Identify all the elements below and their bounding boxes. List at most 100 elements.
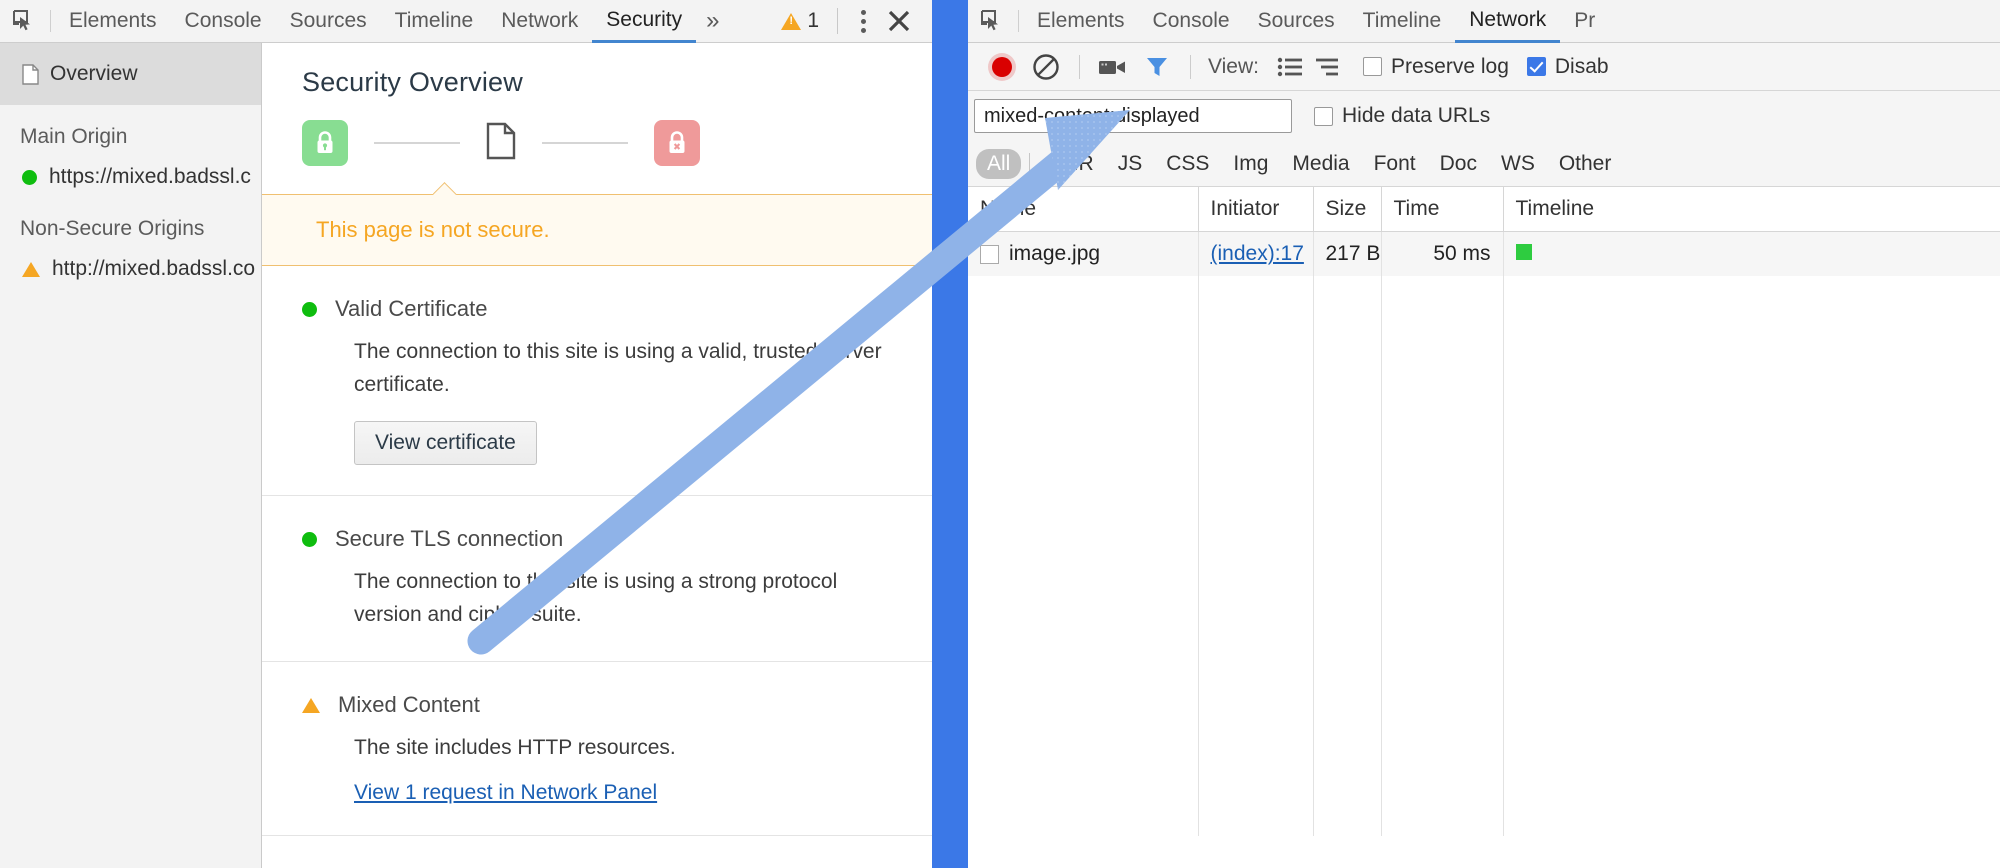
security-sidebar: Overview Main Origin https://mixed.badss… (0, 43, 262, 868)
sidebar-item-non-secure-origin[interactable]: http://mixed.badssl.co (0, 249, 261, 289)
status-warning-triangle-icon (22, 261, 40, 277)
toolbar-right-actions: 1 (773, 2, 932, 40)
camera-icon[interactable] (1093, 47, 1133, 87)
close-icon[interactable] (880, 2, 918, 40)
column-header-size[interactable]: Size (1313, 187, 1382, 232)
section-description: The connection to this site is using a s… (354, 570, 838, 626)
tab-elements[interactable]: Elements (1023, 0, 1139, 43)
funnel-icon[interactable] (1137, 47, 1177, 87)
kebab-menu-icon[interactable] (848, 6, 878, 36)
tree-view-icon[interactable] (1311, 51, 1345, 83)
document-icon (22, 63, 39, 85)
status-dot-green-icon (302, 531, 317, 547)
type-filter-xhr[interactable]: XHR (1038, 149, 1104, 179)
sidebar-overview-label: Overview (50, 62, 138, 85)
warning-counter[interactable]: 1 (773, 9, 827, 33)
section-title: Valid Certificate (335, 296, 488, 321)
warning-count-label: 1 (807, 9, 819, 32)
table-row[interactable]: image.jpg (index):17 217 B 50 ms (968, 231, 2000, 276)
banner-pointer-icon (433, 182, 457, 195)
toolbar-divider (1018, 10, 1019, 32)
section-header: Mixed Content (302, 692, 892, 718)
lock-broken-red-icon (654, 120, 700, 166)
request-name-label: image.jpg (1009, 242, 1101, 265)
main-origin-label: https://mixed.badssl.c (49, 165, 251, 188)
checkbox-box (1314, 106, 1333, 126)
cell-timeline (1503, 231, 2000, 276)
column-header-time[interactable]: Time (1381, 187, 1504, 232)
security-section-mixed-content: Mixed Content The site includes HTTP res… (262, 662, 932, 836)
preserve-log-checkbox[interactable]: Preserve log (1362, 55, 1509, 79)
insecure-banner: This page is not secure. (262, 194, 932, 266)
disable-cache-label: Disab (1554, 54, 1609, 78)
network-table-empty-area (968, 276, 2000, 836)
type-filter-img[interactable]: Img (1222, 149, 1279, 179)
initiator-link[interactable]: (index):17 (1211, 242, 1304, 265)
filter-input[interactable] (974, 99, 1292, 133)
window-edge-strip (932, 0, 968, 868)
checkbox-box (1526, 57, 1546, 76)
type-filter-css[interactable]: CSS (1155, 149, 1220, 179)
security-section-valid-certificate: Valid Certificate The connection to this… (262, 266, 932, 497)
connector-line-2 (542, 142, 628, 144)
file-type-icon (980, 244, 999, 264)
cell-initiator: (index):17 (1198, 231, 1314, 276)
tab-sources[interactable]: Sources (276, 0, 381, 43)
sidebar-item-overview[interactable]: Overview (0, 43, 261, 105)
type-filter-media[interactable]: Media (1281, 149, 1360, 179)
inspect-cursor-icon[interactable] (968, 0, 1014, 42)
tab-network[interactable]: Network (1455, 0, 1561, 43)
security-panel-toolbar: Elements Console Sources Timeline Networ… (0, 0, 932, 43)
list-view-icon[interactable] (1273, 51, 1307, 83)
section-title: Secure TLS connection (335, 526, 564, 552)
hide-data-urls-label: Hide data URLs (1342, 104, 1491, 127)
disable-cache-checkbox[interactable]: Disab (1526, 54, 1609, 79)
tab-console[interactable]: Console (1139, 0, 1244, 43)
tab-timeline[interactable]: Timeline (381, 0, 488, 43)
type-filter-js[interactable]: JS (1107, 149, 1154, 179)
toolbar-divider (50, 10, 51, 32)
type-filter-doc[interactable]: Doc (1429, 149, 1488, 179)
view-requests-in-network-panel-link[interactable]: View 1 request in Network Panel (354, 781, 657, 805)
security-panel-tabs: Elements Console Sources Timeline Networ… (55, 0, 729, 43)
tab-sources[interactable]: Sources (1244, 0, 1349, 43)
lock-green-icon (302, 120, 348, 166)
banner-text: This page is not secure. (316, 217, 550, 242)
security-section-secure-tls: Secure TLS connection The connection to … (262, 496, 932, 663)
inspect-cursor-icon[interactable] (0, 0, 46, 42)
page-title: Security Overview (302, 67, 523, 97)
tab-elements[interactable]: Elements (55, 0, 171, 43)
section-header: Secure TLS connection (302, 526, 892, 552)
sidebar-item-main-origin[interactable]: https://mixed.badssl.c (0, 157, 261, 197)
security-panel-body: Overview Main Origin https://mixed.badss… (0, 43, 932, 868)
status-dot-green-icon (302, 301, 317, 317)
more-tabs-button[interactable]: » (696, 0, 729, 43)
cell-name: image.jpg (968, 231, 1199, 276)
connector-line-1 (374, 142, 460, 144)
hide-data-urls-checkbox[interactable]: Hide data URLs (1314, 104, 1490, 128)
view-certificate-button[interactable]: View certificate (354, 421, 537, 466)
tab-console[interactable]: Console (171, 0, 276, 43)
column-header-name[interactable]: Name (968, 187, 1199, 232)
cell-time: 50 ms (1381, 231, 1504, 276)
type-filter-ws[interactable]: WS (1490, 149, 1546, 179)
tab-timeline[interactable]: Timeline (1349, 0, 1456, 43)
column-header-timeline[interactable]: Timeline (1503, 187, 2000, 232)
type-filter-all[interactable]: All (976, 148, 1022, 179)
column-header-initiator[interactable]: Initiator (1198, 187, 1314, 232)
type-filter-font[interactable]: Font (1363, 149, 1427, 179)
sidebar-group-main-origin: Main Origin (20, 125, 128, 148)
clear-no-entry-icon[interactable] (1026, 47, 1066, 87)
type-filter-divider (1029, 152, 1031, 175)
checkbox-box (1362, 57, 1382, 76)
section-header: Valid Certificate (302, 296, 892, 322)
network-panel-toolbar: Elements Console Sources Timeline Networ… (968, 0, 2000, 43)
tab-profiles[interactable]: Pr (1560, 0, 1609, 43)
tab-network[interactable]: Network (487, 0, 592, 43)
timeline-bar (1515, 244, 1532, 260)
tab-security[interactable]: Security (592, 0, 697, 43)
type-filter-other[interactable]: Other (1548, 149, 1623, 179)
record-circle-icon[interactable] (982, 47, 1022, 87)
section-description: The site includes HTTP resources. (354, 736, 676, 760)
network-type-filters: All XHR JS CSS Img Media Font Doc WS Oth… (968, 141, 2000, 187)
